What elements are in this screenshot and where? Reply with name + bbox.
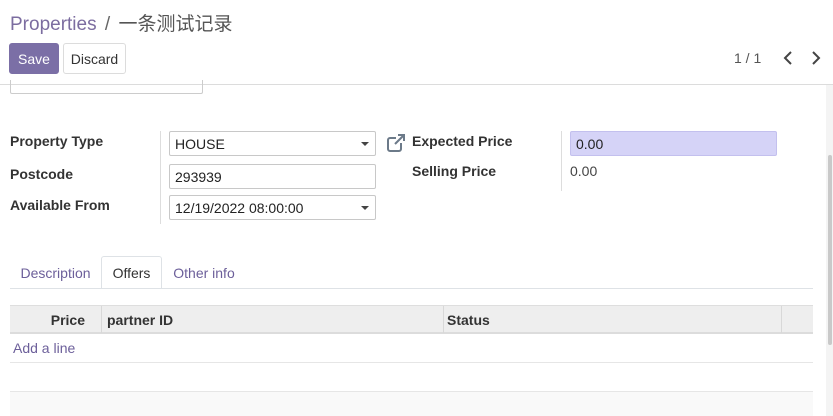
external-link-button[interactable] [386,133,406,153]
table-footer-row [10,391,813,416]
tabs-divider [10,288,813,289]
chevron-left-icon [783,51,792,65]
column-header-price[interactable]: Price [10,306,101,333]
breadcrumb: Properties / 一条测试记录 [10,9,232,36]
left-group-divider [160,131,161,224]
offers-table-header: Price partner ID Status [10,305,813,334]
available-from-value: 12/19/2022 08:00:00 [175,199,304,216]
right-group-divider [561,131,562,191]
available-from-datetime-input[interactable]: 12/19/2022 08:00:00 [169,195,376,220]
column-divider [781,306,782,333]
column-header-status[interactable]: Status [447,306,490,333]
caret-down-icon [361,206,369,210]
expected-price-value: 0.00 [576,135,604,152]
property-type-value: HOUSE [175,135,225,152]
selling-price-label: Selling Price [412,163,497,179]
column-divider [443,306,444,333]
expected-price-label: Expected Price [412,133,513,149]
tab-other-info[interactable]: Other info [167,256,241,289]
column-divider [101,306,102,333]
tab-offers[interactable]: Offers [101,256,162,289]
scrolled-input-field[interactable] [10,80,203,94]
tab-description[interactable]: Description [14,256,97,289]
property-type-select[interactable]: HOUSE [169,131,376,156]
available-from-label: Available From [10,197,110,213]
breadcrumb-separator: / [104,14,111,35]
save-button[interactable]: Save [9,43,59,74]
caret-down-icon [361,142,369,146]
column-header-partner-id[interactable]: partner ID [107,306,173,333]
postcode-label: Postcode [10,166,74,182]
selling-price-value: 0.00 [570,163,598,179]
pager-next-button[interactable] [808,48,824,68]
scrollbar-thumb[interactable] [828,155,832,345]
discard-button[interactable]: Discard [63,43,126,74]
add-a-line-link[interactable]: Add a line [13,340,75,356]
breadcrumb-parent-link[interactable]: Properties [10,14,97,35]
breadcrumb-current: 一条测试记录 [118,14,233,35]
expected-price-input[interactable]: 0.00 [570,131,777,156]
chevron-right-icon [812,51,821,65]
property-type-label: Property Type [10,133,104,149]
pager-value: 1 / 1 [734,50,762,66]
pager-previous-button[interactable] [780,48,796,68]
table-row-divider [10,362,813,363]
postcode-input[interactable]: 293939 [169,164,376,189]
external-link-icon [387,134,405,152]
postcode-value: 293939 [175,168,222,185]
